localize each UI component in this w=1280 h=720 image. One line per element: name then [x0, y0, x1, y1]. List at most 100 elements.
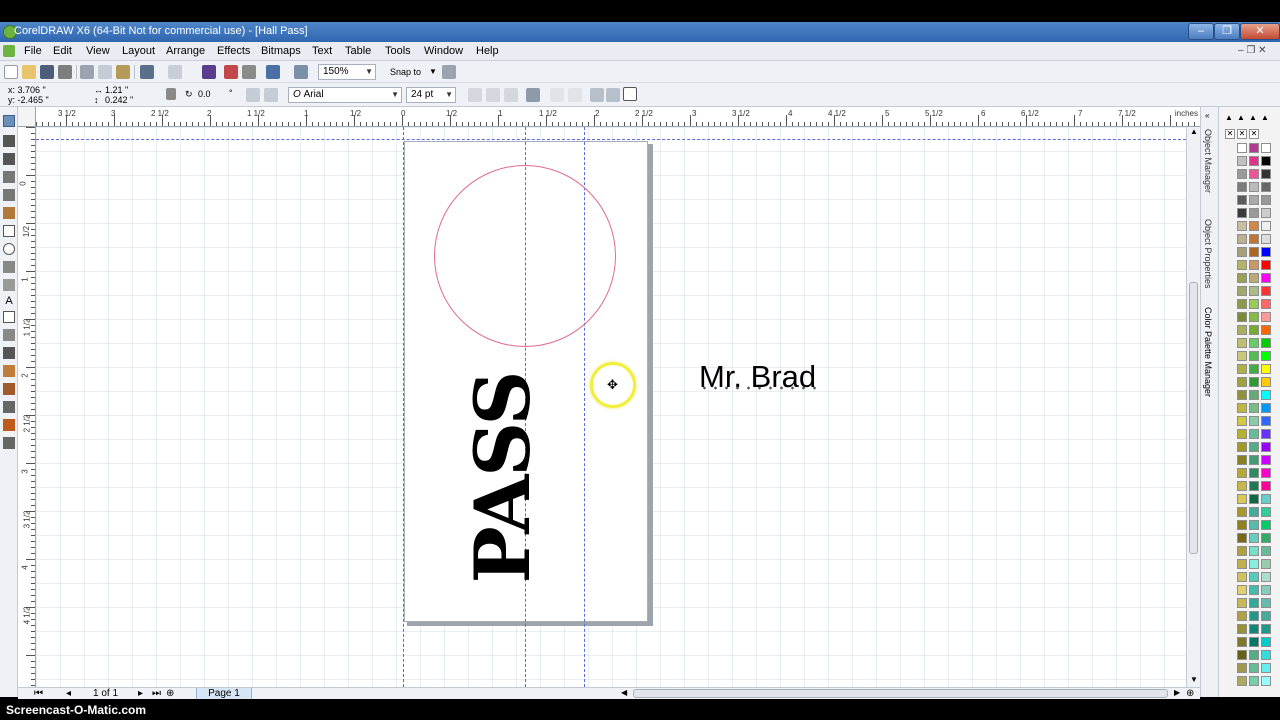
- color-swatch[interactable]: [1261, 676, 1271, 686]
- color-swatch[interactable]: [1249, 442, 1259, 452]
- color-swatch[interactable]: [1237, 442, 1247, 452]
- blend-tool-icon[interactable]: [3, 365, 15, 377]
- color-swatch[interactable]: [1249, 481, 1259, 491]
- open-icon[interactable]: [22, 65, 36, 79]
- color-swatch[interactable]: [1237, 325, 1247, 335]
- color-swatch[interactable]: [1237, 455, 1247, 465]
- zoom-level-combo[interactable]: 150% ▼: [318, 64, 376, 80]
- color-palette-manager-tab[interactable]: Color Palette Manager: [1203, 307, 1213, 397]
- color-swatch[interactable]: [1249, 468, 1259, 478]
- paste-icon[interactable]: [116, 65, 130, 79]
- color-swatch[interactable]: [1237, 624, 1247, 634]
- color-swatch[interactable]: [1249, 351, 1259, 361]
- color-swatch[interactable]: [1261, 169, 1271, 179]
- color-swatch[interactable]: [1261, 650, 1271, 660]
- color-swatch[interactable]: [1261, 364, 1271, 374]
- options-icon[interactable]: [442, 65, 456, 79]
- color-swatch[interactable]: [1237, 351, 1247, 361]
- shape-tool-icon[interactable]: [3, 135, 15, 147]
- lock-ratio-icon[interactable]: [166, 88, 176, 100]
- vertical-ruler[interactable]: 0 1/2 1 1 1/2 2 2 1/2 3 3 1/2 4 4 1/2: [18, 127, 36, 687]
- color-swatch[interactable]: [1261, 546, 1271, 556]
- y-position-field[interactable]: y: -2.465 ": [8, 95, 49, 105]
- freehand-tool-icon[interactable]: [3, 189, 15, 201]
- color-swatch[interactable]: [1237, 468, 1247, 478]
- color-swatch[interactable]: [1237, 676, 1247, 686]
- mirror-vertical-icon[interactable]: [264, 88, 278, 102]
- color-swatch[interactable]: [1237, 533, 1247, 543]
- color-swatch[interactable]: [1261, 559, 1271, 569]
- rotation-angle-field[interactable]: 0.0: [198, 89, 211, 99]
- color-swatch[interactable]: [1249, 143, 1259, 153]
- vertical-scroll-thumb[interactable]: [1189, 282, 1198, 554]
- color-swatch[interactable]: [1249, 377, 1259, 387]
- color-swatch[interactable]: [1237, 234, 1247, 244]
- color-swatch[interactable]: [1249, 338, 1259, 348]
- horizontal-guideline[interactable]: [36, 139, 1186, 140]
- color-swatch[interactable]: [1261, 572, 1271, 582]
- application-launcher-icon[interactable]: [266, 65, 280, 79]
- previous-page-button[interactable]: ◂: [66, 688, 71, 699]
- color-swatch[interactable]: [1261, 624, 1271, 634]
- menu-arrange[interactable]: Arrange: [166, 45, 205, 57]
- drawing-canvas[interactable]: PASS ✥ Mr. Brad: [36, 127, 1186, 687]
- basic-shapes-tool-icon[interactable]: [3, 279, 15, 291]
- color-swatch[interactable]: [1261, 143, 1271, 153]
- color-swatch[interactable]: [1237, 598, 1247, 608]
- save-icon[interactable]: [40, 65, 54, 79]
- color-swatch[interactable]: [1261, 299, 1271, 309]
- font-size-combo[interactable]: 24 pt ▼: [406, 87, 456, 103]
- export-icon[interactable]: [224, 65, 238, 79]
- color-swatch[interactable]: [1237, 494, 1247, 504]
- first-page-button[interactable]: ⏮: [34, 688, 43, 699]
- color-swatch[interactable]: [1237, 637, 1247, 647]
- color-swatch[interactable]: [1261, 221, 1271, 231]
- no-color-swatch[interactable]: ✕: [1249, 129, 1259, 139]
- color-swatch[interactable]: [1249, 520, 1259, 530]
- ruler-origin-corner[interactable]: [18, 107, 36, 127]
- color-swatch[interactable]: [1261, 403, 1271, 413]
- zoom-navigator-icon[interactable]: ⊕: [1186, 688, 1194, 699]
- redo-icon[interactable]: [168, 65, 182, 79]
- pass-artistic-text[interactable]: PASS: [458, 373, 547, 584]
- maximize-button[interactable]: ❐: [1214, 23, 1240, 40]
- chevron-down-icon[interactable]: ▼: [429, 67, 437, 76]
- color-swatch[interactable]: [1237, 273, 1247, 283]
- copy-icon[interactable]: [98, 65, 112, 79]
- color-swatch[interactable]: [1261, 663, 1271, 673]
- color-swatch[interactable]: [1237, 663, 1247, 673]
- color-swatch[interactable]: [1249, 273, 1259, 283]
- fill-tool-icon[interactable]: [3, 419, 15, 431]
- smart-fill-tool-icon[interactable]: [3, 207, 15, 219]
- color-swatch[interactable]: [1237, 364, 1247, 374]
- document-window-controls[interactable]: – ❐ ✕: [1238, 45, 1266, 56]
- color-swatch[interactable]: [1237, 416, 1247, 426]
- color-swatch[interactable]: [1237, 312, 1247, 322]
- x-position-field[interactable]: x: 3.706 ": [8, 85, 46, 95]
- outline-tool-icon[interactable]: [3, 437, 15, 449]
- color-swatch[interactable]: [1237, 169, 1247, 179]
- color-swatch[interactable]: [1249, 364, 1259, 374]
- color-swatch[interactable]: [1237, 650, 1247, 660]
- menu-text[interactable]: Text: [312, 45, 332, 57]
- cut-icon[interactable]: [80, 65, 94, 79]
- color-swatch[interactable]: [1249, 182, 1259, 192]
- color-swatch[interactable]: [1261, 533, 1271, 543]
- color-swatch[interactable]: [1249, 455, 1259, 465]
- eyedropper-tool-icon[interactable]: [3, 401, 15, 413]
- scroll-up-icon[interactable]: ▲: [1190, 127, 1198, 136]
- color-swatch[interactable]: [1237, 429, 1247, 439]
- color-swatch[interactable]: [1261, 416, 1271, 426]
- undo-icon[interactable]: [140, 65, 154, 79]
- menu-file[interactable]: File: [24, 45, 42, 57]
- color-swatch[interactable]: [1237, 572, 1247, 582]
- color-swatch[interactable]: [1261, 312, 1271, 322]
- minimize-button[interactable]: –: [1188, 23, 1214, 40]
- color-swatch[interactable]: [1261, 429, 1271, 439]
- ellipse-tool-icon[interactable]: [3, 243, 15, 255]
- color-swatch[interactable]: [1249, 585, 1259, 595]
- color-swatch[interactable]: [1261, 468, 1271, 478]
- color-swatch[interactable]: [1261, 481, 1271, 491]
- vertical-scrollbar[interactable]: ▲ ▼: [1186, 127, 1200, 687]
- bold-icon[interactable]: [468, 88, 482, 102]
